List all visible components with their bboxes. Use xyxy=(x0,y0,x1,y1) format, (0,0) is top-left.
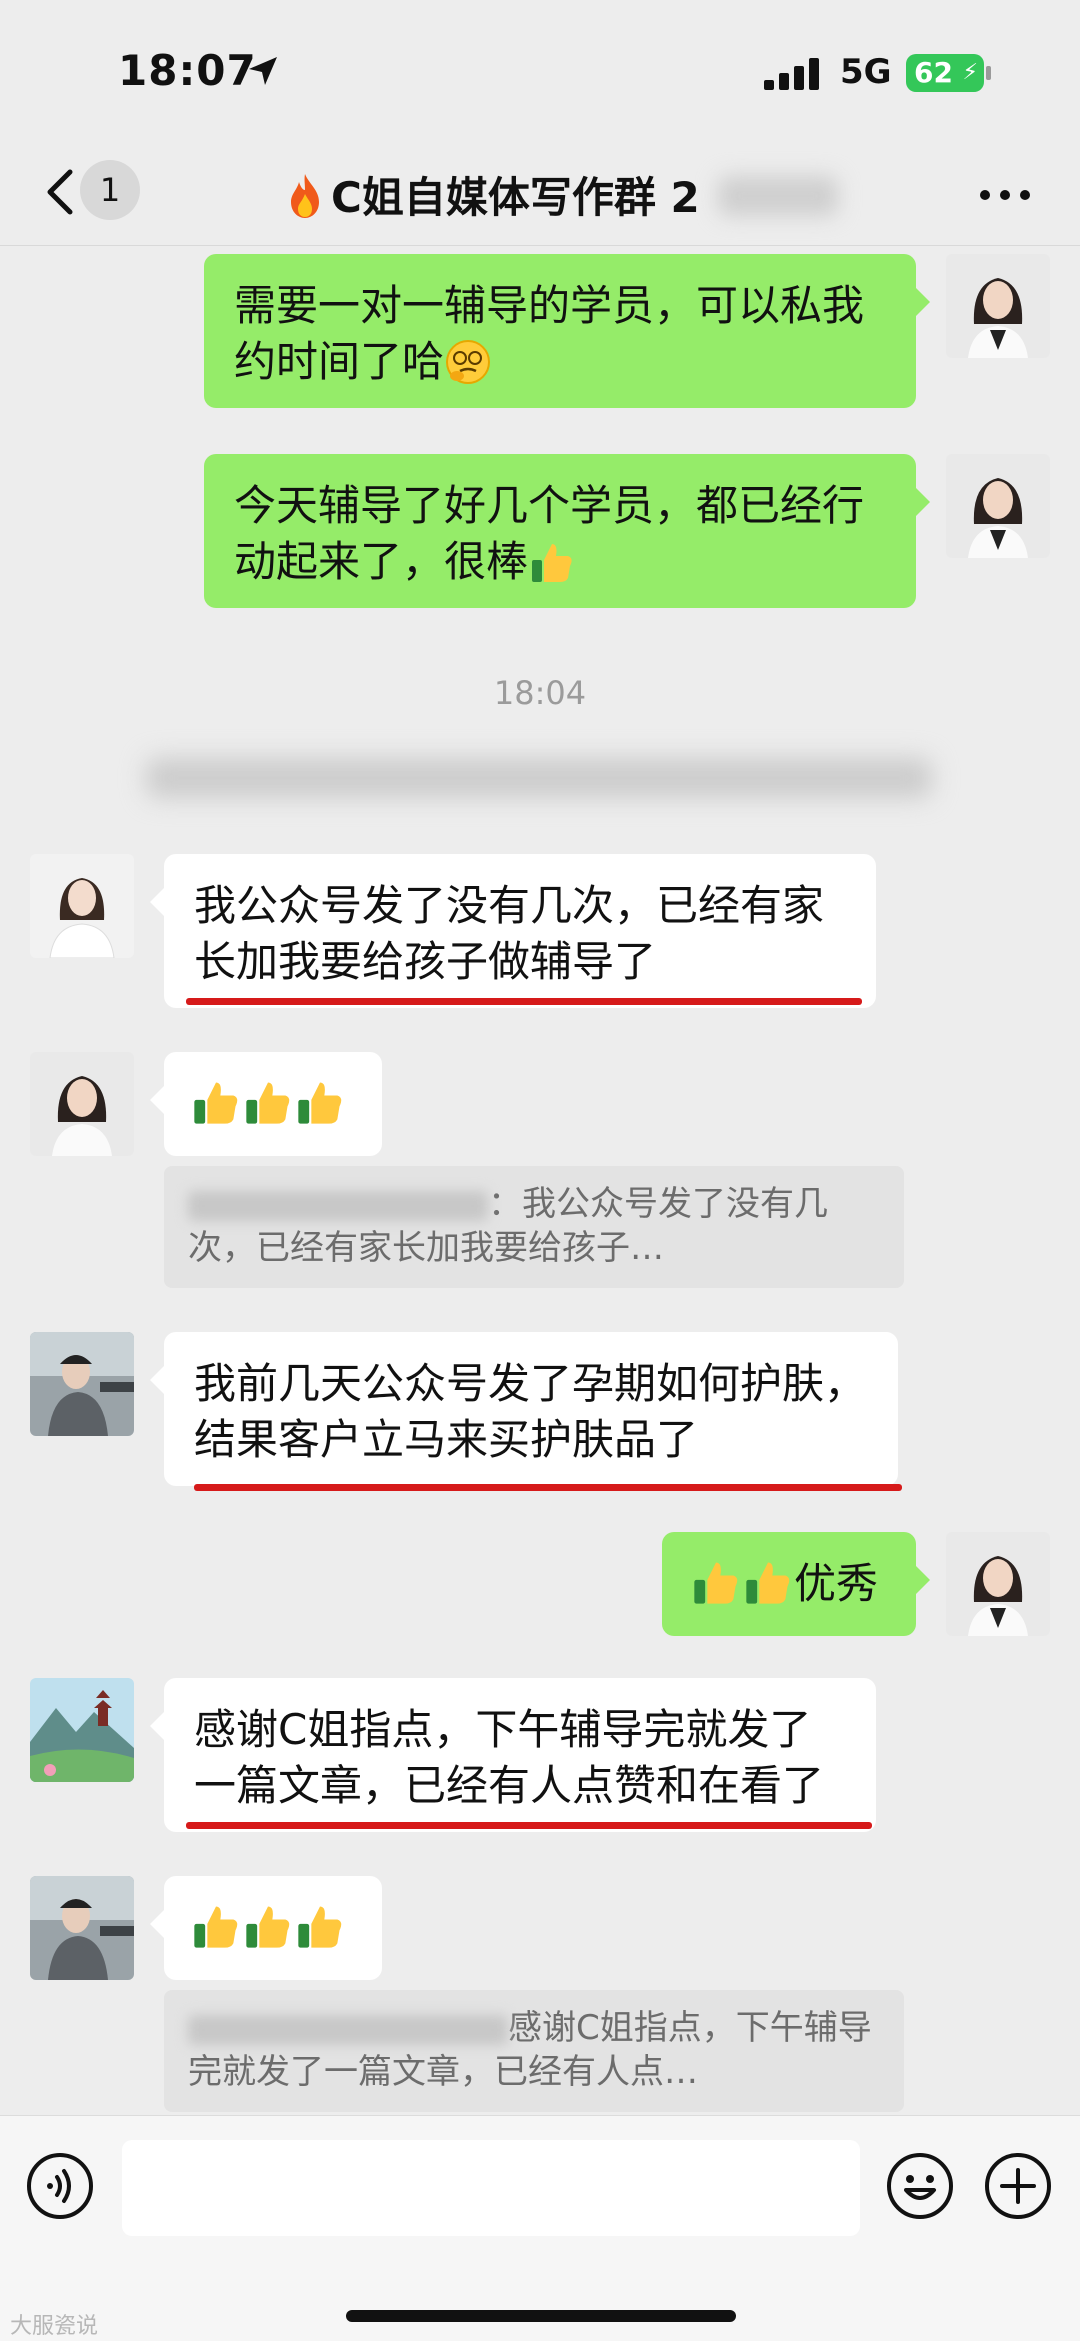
message-text: 我前几天公众号发了孕期如何护肤，结果客户立马来买护肤品了 xyxy=(194,1359,867,1464)
quoted-message[interactable]: 感谢C姐指点，下午辅导完就发了一篇文章，已经有人点… xyxy=(164,1990,904,2112)
message-bubble-incoming[interactable] xyxy=(150,1052,382,1156)
time-divider: 18:04 xyxy=(493,674,587,712)
watermark-text: 大服瓷说 xyxy=(10,2314,99,2339)
battery-cap xyxy=(986,66,991,80)
message-bubble-incoming[interactable]: 我公众号发了没有几次，已经有家长加我要给孩子做辅导了 xyxy=(150,854,876,1008)
message-bubble-outgoing[interactable]: 优秀 xyxy=(662,1532,930,1636)
woman-portrait-icon xyxy=(946,254,1050,358)
thumbs-up-emoji-icon xyxy=(298,1906,342,1948)
message-bubble-incoming[interactable] xyxy=(150,1876,382,1980)
unread-count-badge[interactable]: 1 xyxy=(80,160,140,220)
battery-level: 62 xyxy=(914,56,953,89)
avatar-member[interactable] xyxy=(30,1332,134,1436)
plus-add-icon[interactable] xyxy=(984,2152,1052,2220)
person-in-car-icon xyxy=(30,1876,134,1980)
woman-portrait-icon xyxy=(946,1532,1050,1636)
blurred-title-suffix xyxy=(718,176,838,216)
chat-title-text: C姐自媒体写作群 2 xyxy=(331,173,700,222)
status-bar: 18:07 5G 62 ⚡ xyxy=(0,0,1080,140)
thumbs-up-emoji-icon xyxy=(532,544,572,582)
blurred-sender-name xyxy=(188,1190,488,1221)
home-indicator[interactable] xyxy=(346,2310,736,2322)
person-in-car-icon xyxy=(30,1332,134,1436)
message-bubble-incoming[interactable]: 我前几天公众号发了孕期如何护肤，结果客户立马来买护肤品了 xyxy=(150,1332,898,1486)
message-input-bar: 大服瓷说 xyxy=(0,2115,1080,2341)
avatar-self[interactable] xyxy=(946,254,1050,358)
quoted-message[interactable]: ：我公众号发了没有几次，已经有家长加我要给孩子… xyxy=(164,1166,904,1288)
chat-header: 1 C姐自媒体写作群 2 xyxy=(0,140,1080,246)
thumbs-up-emoji-icon xyxy=(298,1082,342,1124)
landscape-pagoda-icon xyxy=(30,1678,134,1782)
avatar-member[interactable] xyxy=(30,854,134,958)
thumbs-up-emoji-icon xyxy=(694,1562,738,1604)
thumbs-up-emoji-icon xyxy=(246,1082,290,1124)
woman-portrait-icon xyxy=(30,1052,134,1156)
voice-input-icon[interactable] xyxy=(26,2152,94,2220)
network-type: 5G xyxy=(840,52,892,92)
avatar-member[interactable] xyxy=(30,1678,134,1782)
charging-bolt-icon: ⚡ xyxy=(962,60,978,85)
location-arrow-icon xyxy=(249,57,277,85)
thinking-face-emoji-icon xyxy=(446,340,491,384)
avatar-self[interactable] xyxy=(946,454,1050,558)
woman-portrait-icon xyxy=(30,854,134,958)
red-underline-annotation xyxy=(186,1822,872,1829)
message-text: 需要一对一辅导的学员，可以私我约时间了哈 xyxy=(234,281,865,386)
avatar-self[interactable] xyxy=(946,1532,1050,1636)
thumbs-up-emoji-icon xyxy=(194,1906,238,1948)
message-text: 优秀 xyxy=(794,1559,879,1608)
avatar-member[interactable] xyxy=(30,1052,134,1156)
battery-icon: 62 ⚡ xyxy=(906,54,984,92)
emoji-smiley-icon[interactable] xyxy=(886,2152,954,2220)
chat-title: C姐自媒体写作群 2 xyxy=(285,164,700,225)
blurred-sender-name xyxy=(188,2014,508,2045)
message-text: 感谢C姐指点，下午辅导完就发了一篇文章，已经有人点赞和在看了 xyxy=(194,1705,825,1810)
thumbs-up-emoji-icon xyxy=(194,1082,238,1124)
blurred-system-notice xyxy=(146,758,932,798)
cellular-signal-icon xyxy=(764,58,822,90)
message-bubble-incoming[interactable]: 感谢C姐指点，下午辅导完就发了一篇文章，已经有人点赞和在看了 xyxy=(150,1678,876,1832)
avatar-member[interactable] xyxy=(30,1876,134,1980)
fire-icon xyxy=(291,174,319,218)
message-text-input[interactable] xyxy=(122,2140,860,2236)
woman-portrait-icon xyxy=(946,454,1050,558)
red-underline-annotation xyxy=(186,998,862,1005)
red-underline-annotation xyxy=(194,1484,902,1491)
thumbs-up-emoji-icon xyxy=(746,1562,790,1604)
message-bubble-outgoing[interactable]: 今天辅导了好几个学员，都已经行动起来了，很棒 xyxy=(204,454,930,608)
message-text: 我公众号发了没有几次，已经有家长加我要给孩子做辅导了 xyxy=(194,881,825,986)
thumbs-up-emoji-icon xyxy=(246,1906,290,1948)
message-bubble-outgoing[interactable]: 需要一对一辅导的学员，可以私我约时间了哈 xyxy=(204,254,930,408)
status-time: 18:07 xyxy=(118,46,257,95)
more-options-icon[interactable] xyxy=(980,184,1040,204)
